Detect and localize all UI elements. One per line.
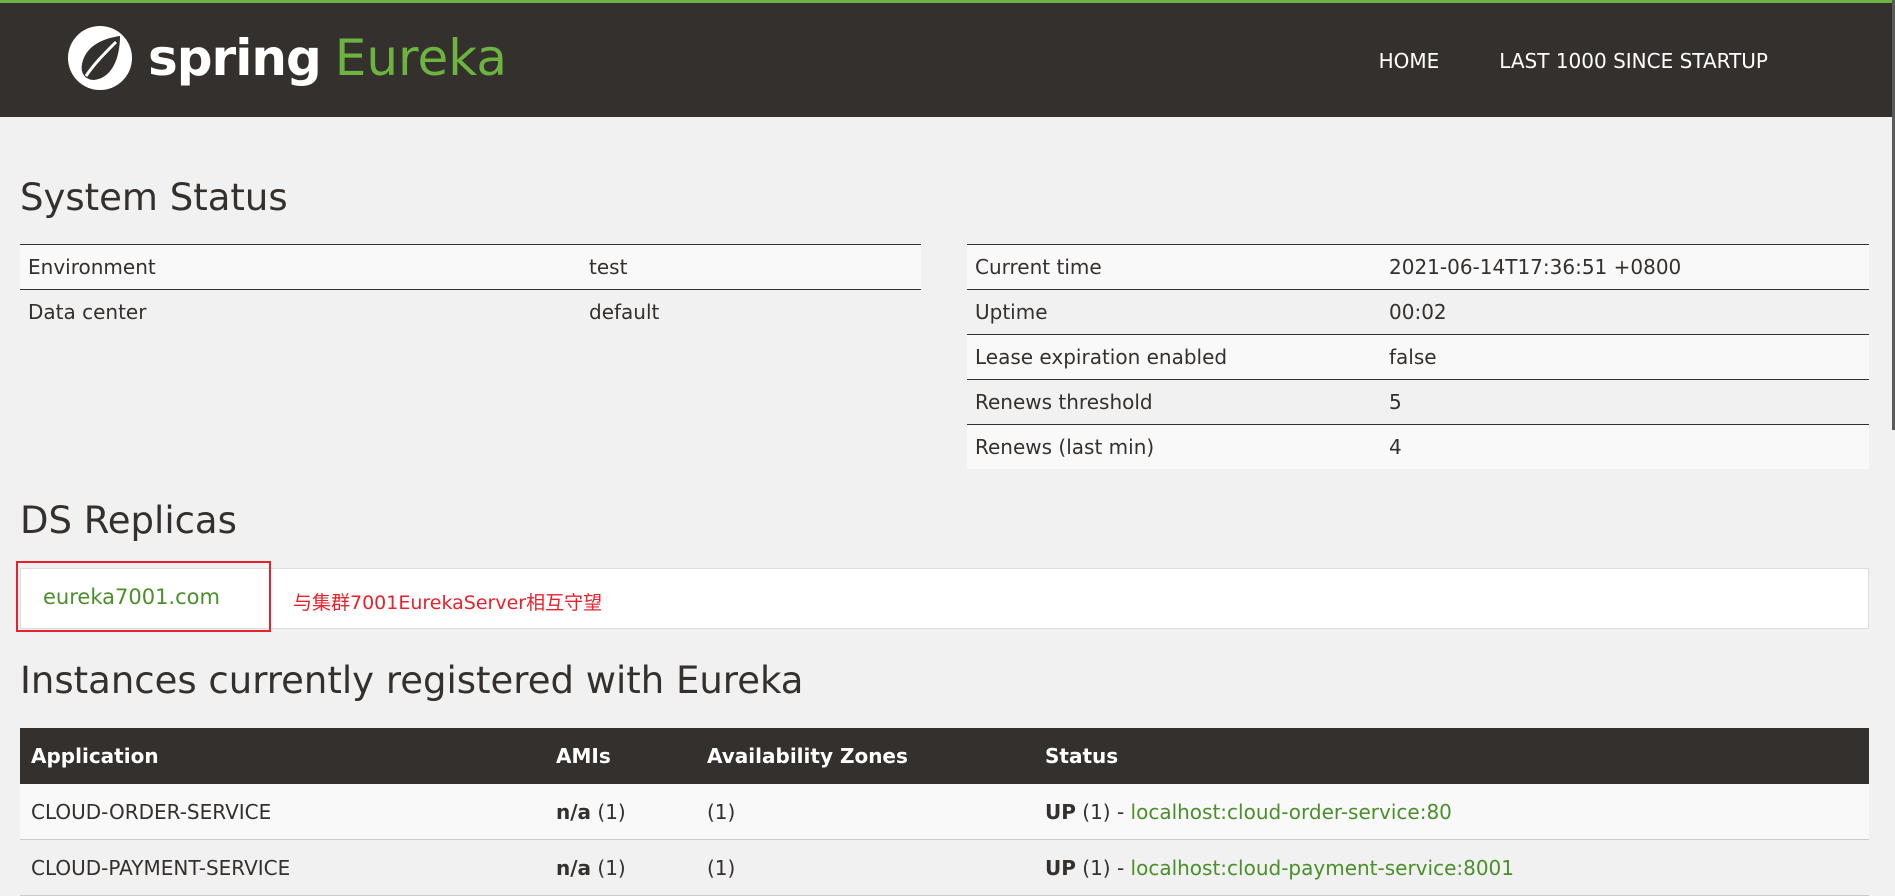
amis-count: (1) bbox=[597, 855, 626, 880]
column-header: Availability Zones bbox=[696, 728, 1034, 784]
instances-title: Instances currently registered with Eure… bbox=[20, 659, 804, 702]
status-label: Current time bbox=[967, 244, 1381, 290]
status-label: Environment bbox=[20, 244, 581, 290]
amis-count: (1) bbox=[597, 799, 626, 824]
status-row: Renews (last min) 4 bbox=[967, 424, 1869, 469]
status-row: Uptime 00:02 bbox=[967, 289, 1869, 335]
status-row: Current time 2021-06-14T17:36:51 +0800 bbox=[967, 244, 1869, 290]
status-row: Data center default bbox=[20, 289, 921, 334]
status-label: Uptime bbox=[967, 289, 1381, 335]
status-cell: UP (1) - localhost:cloud-payment-service… bbox=[1034, 839, 1869, 896]
column-header: AMIs bbox=[545, 728, 696, 784]
column-header: Status bbox=[1034, 728, 1869, 784]
ds-replicas-title: DS Replicas bbox=[20, 499, 237, 542]
top-navbar: spring Eureka HOME LAST 1000 SINCE START… bbox=[0, 0, 1892, 117]
nav-last1000-link[interactable]: LAST 1000 SINCE STARTUP bbox=[1499, 49, 1768, 73]
status-row: Renews threshold 5 bbox=[967, 379, 1869, 425]
replica-link[interactable]: eureka7001.com bbox=[43, 585, 220, 609]
status-up: UP bbox=[1045, 855, 1076, 880]
brand-eureka-text: Eureka bbox=[334, 29, 507, 87]
status-value: 5 bbox=[1381, 379, 1869, 425]
instance-link[interactable]: localhost:cloud-payment-service:8001 bbox=[1131, 856, 1514, 880]
system-status-left-table: Environment test Data center default bbox=[20, 244, 921, 334]
spring-eureka-logo[interactable]: spring Eureka bbox=[66, 22, 507, 94]
instance-link[interactable]: localhost:cloud-order-service:80 bbox=[1131, 800, 1452, 824]
status-label: Data center bbox=[20, 289, 581, 334]
status-value: 2021-06-14T17:36:51 +0800 bbox=[1381, 244, 1869, 290]
system-status-title: System Status bbox=[20, 176, 288, 219]
instances-table: Application AMIs Availability Zones Stat… bbox=[20, 728, 1869, 896]
status-cell: UP (1) - localhost:cloud-order-service:8… bbox=[1034, 784, 1869, 840]
status-label: Lease expiration enabled bbox=[967, 334, 1381, 380]
column-header: Application bbox=[20, 728, 545, 784]
status-value: 00:02 bbox=[1381, 289, 1869, 335]
amis-na: n/a bbox=[556, 799, 592, 824]
status-value: default bbox=[581, 289, 921, 334]
brand-spring-text: spring bbox=[148, 29, 322, 87]
amis-cell: n/a (1) bbox=[545, 784, 696, 840]
system-status-right-table: Current time 2021-06-14T17:36:51 +0800 U… bbox=[967, 244, 1869, 469]
nav-home-link[interactable]: HOME bbox=[1379, 49, 1440, 73]
zones-cell: (1) bbox=[696, 839, 1034, 896]
application-name: CLOUD-PAYMENT-SERVICE bbox=[20, 839, 545, 896]
main-nav: HOME LAST 1000 SINCE STARTUP bbox=[1379, 49, 1768, 73]
zones-cell: (1) bbox=[696, 784, 1034, 840]
status-count: (1) - bbox=[1082, 855, 1125, 880]
spring-leaf-icon bbox=[68, 26, 132, 90]
amis-na: n/a bbox=[556, 855, 592, 880]
status-row: Lease expiration enabled false bbox=[967, 334, 1869, 380]
instances-header-row: Application AMIs Availability Zones Stat… bbox=[20, 728, 1869, 784]
table-row: CLOUD-ORDER-SERVICE n/a (1) (1) UP (1) -… bbox=[20, 784, 1869, 840]
table-row: CLOUD-PAYMENT-SERVICE n/a (1) (1) UP (1)… bbox=[20, 839, 1869, 896]
status-value: test bbox=[581, 244, 921, 290]
status-count: (1) - bbox=[1082, 799, 1125, 824]
status-label: Renews (last min) bbox=[967, 424, 1381, 469]
replica-annotation: 与集群7001EurekaServer相互守望 bbox=[293, 592, 603, 614]
status-value: false bbox=[1381, 334, 1869, 380]
status-label: Renews threshold bbox=[967, 379, 1381, 425]
amis-cell: n/a (1) bbox=[545, 839, 696, 896]
application-name: CLOUD-ORDER-SERVICE bbox=[20, 784, 545, 840]
status-up: UP bbox=[1045, 799, 1076, 824]
status-row: Environment test bbox=[20, 244, 921, 290]
status-value: 4 bbox=[1381, 424, 1869, 469]
